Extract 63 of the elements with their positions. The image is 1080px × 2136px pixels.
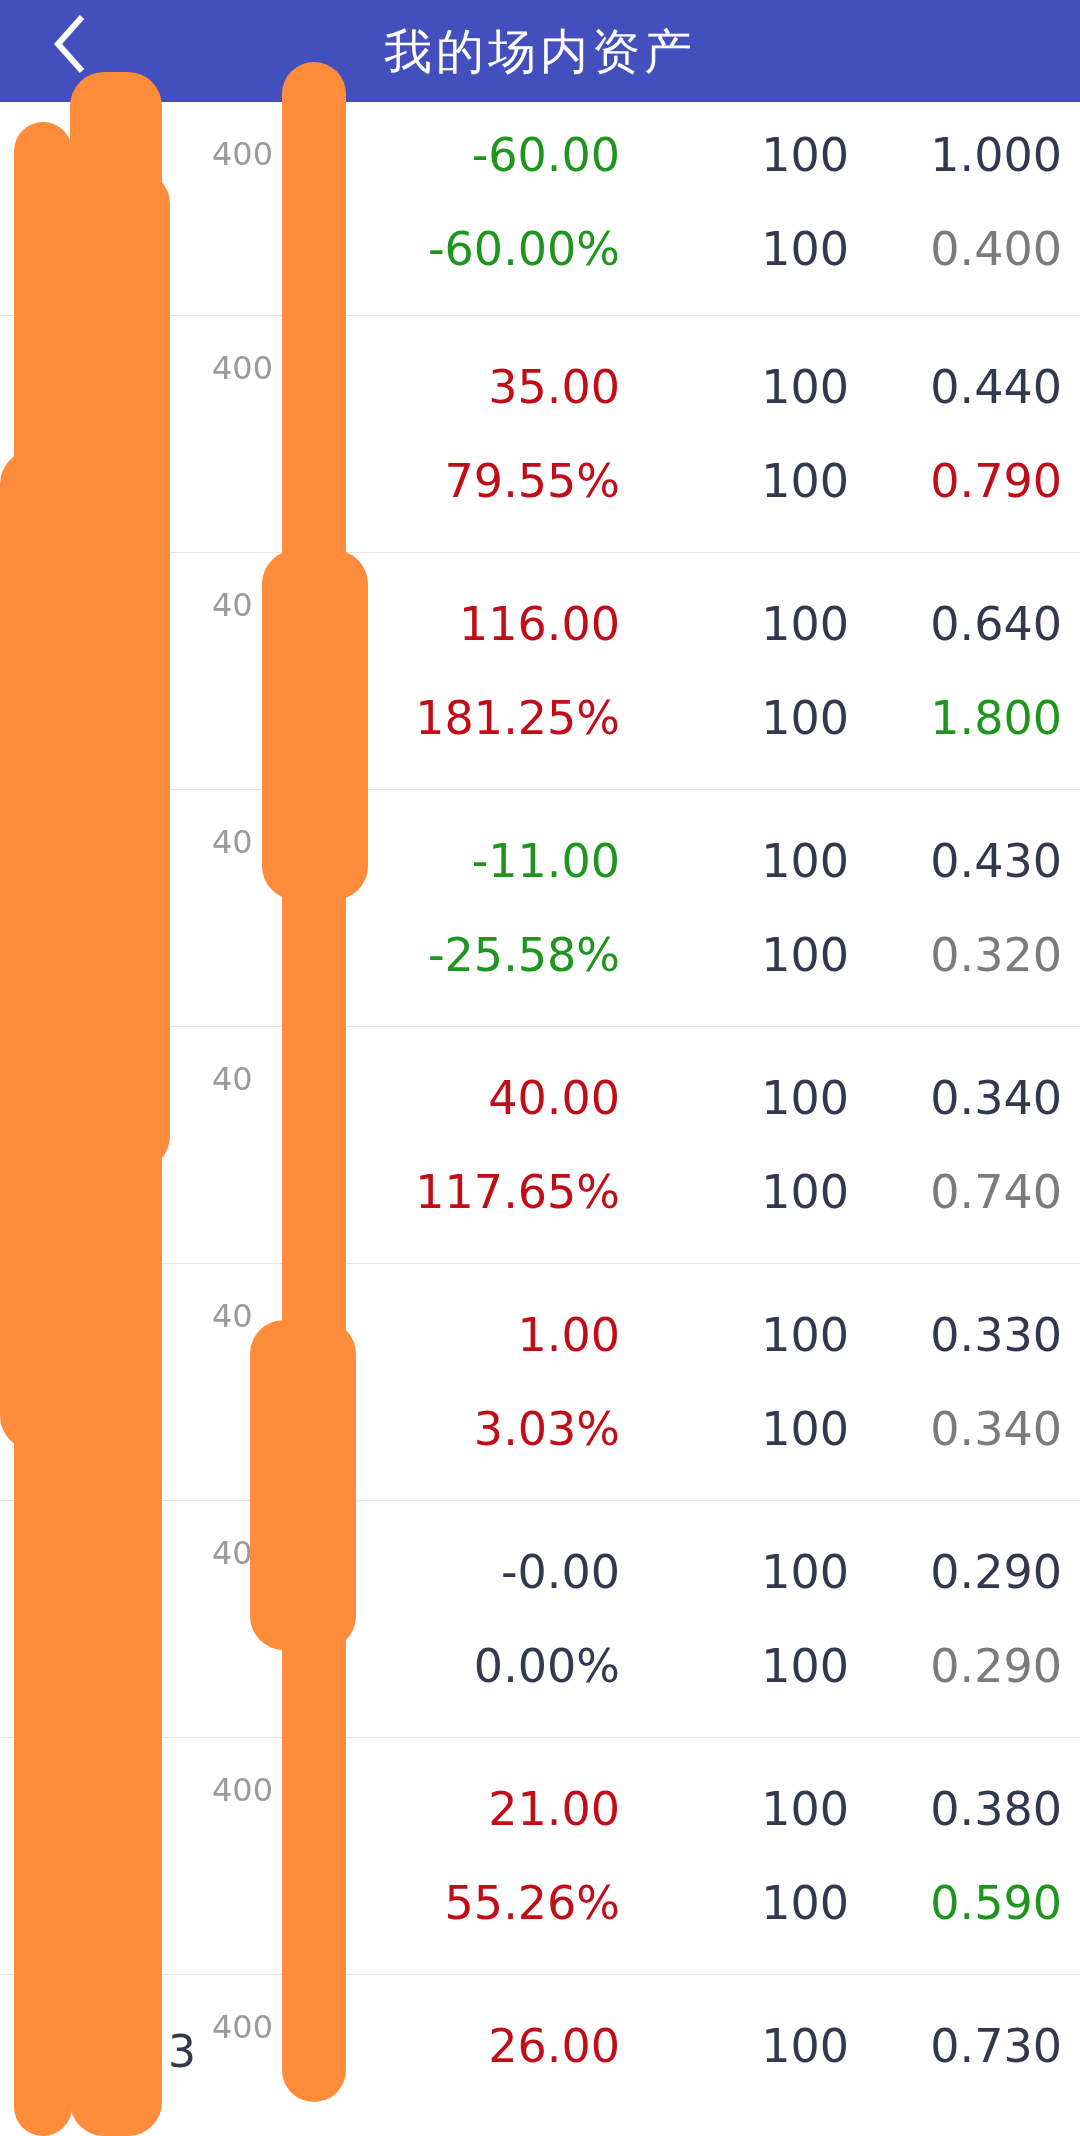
quantity-value: 100 [760, 1874, 849, 1932]
quantity-value: 100 [760, 689, 849, 747]
quantity-value: 100 [760, 926, 849, 984]
profit-value: -25.58% [427, 926, 620, 984]
profit-value: 0.00% [472, 1637, 620, 1695]
page-title: 我的场内资产 [384, 22, 696, 81]
quantity-value: 100 [760, 126, 849, 184]
asset-code: 40 [212, 1059, 253, 1100]
back-icon [52, 13, 86, 75]
quantity-value: 100 [760, 220, 849, 278]
profit-value: 3.03% [472, 1400, 620, 1458]
price-value: 0.740 [929, 1163, 1063, 1221]
profit-value: 35.00 [487, 358, 620, 416]
price-value: 0.430 [929, 832, 1063, 890]
profit-value: 116.00 [458, 595, 620, 653]
profit-value: 1.00 [516, 1306, 620, 1364]
quantity-value: 100 [760, 1400, 849, 1458]
price-value: 1.000 [929, 126, 1063, 184]
quantity-value: 100 [760, 358, 849, 416]
profit-value: 79.55% [443, 452, 620, 510]
quantity-value: 100 [760, 2017, 849, 2075]
asset-code: 40 [212, 585, 253, 626]
price-value: 0.790 [929, 452, 1063, 510]
profit-value: 40.00 [487, 1069, 620, 1127]
quantity-value: 100 [760, 452, 849, 510]
quantity-value: 100 [760, 595, 849, 653]
profit-value: -60.00% [427, 220, 620, 278]
profit-value: 117.65% [414, 1163, 620, 1221]
price-value: 0.340 [929, 1400, 1063, 1458]
price-value: 0.590 [929, 1874, 1063, 1932]
quantity-value: 100 [760, 1069, 849, 1127]
price-value: 0.730 [929, 2017, 1063, 2075]
quantity-value: 100 [760, 1163, 849, 1221]
quantity-value: 100 [760, 1637, 849, 1695]
price-value: 0.440 [929, 358, 1063, 416]
profit-value: 181.25% [414, 689, 620, 747]
price-value: 0.340 [929, 1069, 1063, 1127]
price-value: 0.290 [929, 1637, 1063, 1695]
profit-value: 21.00 [487, 1780, 620, 1838]
asset-code: 40 [212, 822, 253, 863]
profit-value: -0.00 [499, 1543, 620, 1601]
asset-code: 400 [212, 2007, 274, 2048]
asset-code: 400 [212, 1770, 274, 1811]
price-value: 0.290 [929, 1543, 1063, 1601]
price-value: 0.330 [929, 1306, 1063, 1364]
price-value: 0.640 [929, 595, 1063, 653]
quantity-value: 100 [760, 1543, 849, 1601]
price-value: 0.320 [929, 926, 1063, 984]
profit-value: 55.26% [443, 1874, 620, 1932]
asset-code: 400 [212, 348, 274, 389]
profit-value: -11.00 [470, 832, 620, 890]
asset-name: 3 [168, 2025, 196, 2079]
asset-code: 400 [212, 134, 274, 175]
quantity-value: 100 [760, 1306, 849, 1364]
asset-code: 40 [212, 1296, 253, 1337]
quantity-value: 100 [760, 832, 849, 890]
quantity-value: 100 [760, 1780, 849, 1838]
profit-value: -60.00 [470, 126, 620, 184]
price-value: 0.380 [929, 1780, 1063, 1838]
asset-code: 40 [212, 1533, 253, 1574]
price-value: 1.800 [929, 689, 1063, 747]
price-value: 0.400 [929, 220, 1063, 278]
profit-value: 26.00 [487, 2017, 620, 2075]
